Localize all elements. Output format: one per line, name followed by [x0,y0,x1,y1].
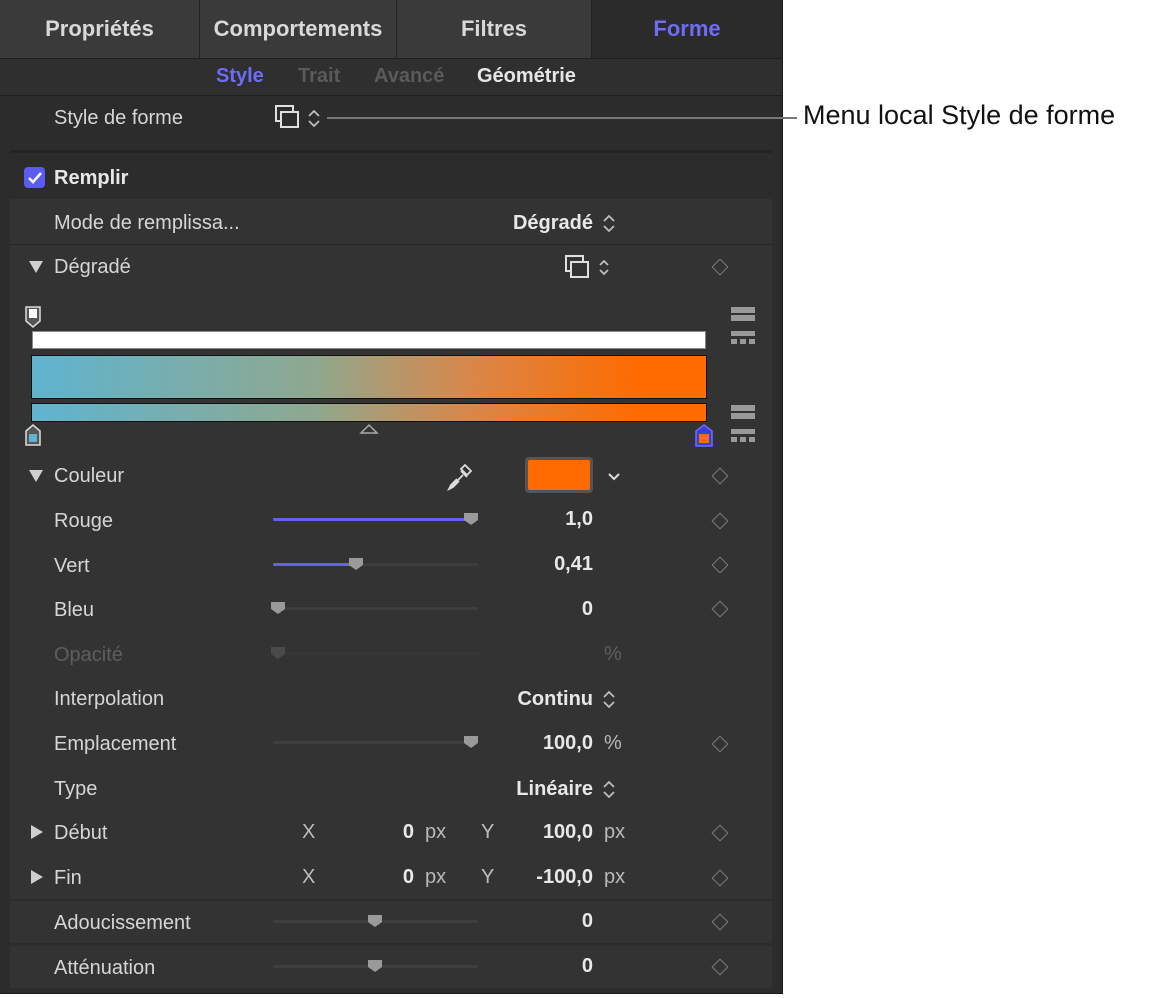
disclosure-closed-icon[interactable] [31,870,43,884]
color-tag-left-icon[interactable] [24,423,42,449]
end-x-value[interactable]: 0 [403,866,414,889]
fill-mode-label: Mode de remplissa... [54,212,240,234]
red-label: Rouge [54,510,113,532]
disclosure-open-icon[interactable] [29,261,43,273]
tab-bar: Propriétés Comportements Filtres Forme [0,0,782,59]
opacity-tag-tools-icon[interactable] [729,305,757,349]
type-updown-icon [603,780,615,800]
end-x-unit: px [425,866,447,888]
start-x-label: X [302,821,316,843]
red-slider-thumb[interactable] [463,512,479,526]
blue-value[interactable]: 0 [582,598,593,621]
type-popup[interactable]: Linéaire [516,778,593,801]
location-label: Emplacement [54,733,177,755]
end-y-label: Y [481,866,495,888]
blue-label: Bleu [54,599,95,621]
location-unit: % [604,732,622,754]
tab-proprietes[interactable]: Propriétés [0,0,200,58]
gradient-preset-popup[interactable] [564,254,614,282]
chevron-down-icon[interactable] [607,472,621,482]
fill-group [10,199,772,899]
color-tag-right-icon[interactable] [694,423,714,449]
subtab-trait[interactable]: Trait [298,65,340,88]
green-label: Vert [54,555,90,577]
attenuation-value[interactable]: 0 [582,955,593,978]
subtab-avance[interactable]: Avancé [374,65,444,88]
start-y-label: Y [481,821,495,843]
eyedropper-icon[interactable] [447,461,475,491]
checkmark-icon [28,172,42,184]
start-label: Début [54,822,108,844]
shape-style-label: Style de forme [54,107,183,129]
red-value[interactable]: 1,0 [565,508,593,531]
location-slider[interactable] [273,741,478,744]
end-y-value[interactable]: -100,0 [536,866,593,889]
softness-slider-thumb[interactable] [367,914,383,928]
attenuation-label: Atténuation [54,957,156,979]
opacity-slider-thumb [271,647,285,659]
color-swatch[interactable] [525,457,593,493]
green-slider[interactable] [273,563,478,566]
fill-mode-updown-icon [603,214,615,234]
interpolation-popup[interactable]: Continu [517,688,593,711]
opacity-label: Opacité [54,644,123,666]
green-value[interactable]: 0,41 [554,553,593,576]
softness-label: Adoucissement [54,912,191,934]
location-value[interactable]: 100,0 [543,732,593,755]
location-slider-thumb[interactable] [463,735,479,749]
attenuation-slider-thumb[interactable] [367,959,383,973]
gradient-label: Dégradé [54,256,131,278]
blue-slider[interactable] [273,607,478,610]
fill-label: Remplir [54,167,129,189]
softness-value[interactable]: 0 [582,910,593,933]
preset-stack-icon [275,105,320,128]
opacity-tag-icon[interactable] [24,305,42,329]
disclosure-open-icon[interactable] [29,470,43,482]
fill-checkbox[interactable] [24,167,45,188]
interpolation-label: Interpolation [54,688,165,710]
tab-comportements[interactable]: Comportements [200,0,397,58]
subtab-style[interactable]: Style [216,65,264,88]
callout-line [327,117,797,119]
subtab-bar: Style Trait Avancé Géométrie [0,59,782,96]
subtab-geometrie[interactable]: Géométrie [477,65,576,88]
end-x-label: X [302,866,316,888]
tab-filtres[interactable]: Filtres [397,0,592,58]
color-bar[interactable] [31,403,707,422]
tab-forme[interactable]: Forme [592,0,782,58]
opacity-bar[interactable] [32,331,706,349]
end-label: Fin [54,867,82,889]
green-slider-thumb[interactable] [348,557,364,571]
disclosure-closed-icon[interactable] [31,825,43,839]
blue-slider-thumb[interactable] [270,601,286,615]
interpolation-updown-icon [603,690,615,710]
inspector-panel: Propriétés Comportements Filtres Forme S… [0,0,783,994]
start-x-unit: px [425,821,447,843]
color-tag-tools-icon[interactable] [729,403,757,447]
callout-label: Menu local Style de forme [803,100,1116,130]
gradient-preview [31,355,707,399]
start-y-unit: px [604,821,626,843]
shape-style-popup[interactable] [274,104,324,132]
start-x-value[interactable]: 0 [403,821,414,844]
red-slider[interactable] [273,518,478,521]
type-label: Type [54,778,98,800]
fill-mode-popup[interactable]: Dégradé [513,212,593,235]
start-y-value[interactable]: 100,0 [543,821,593,844]
opacity-slider [273,652,478,655]
midpoint-marker-icon[interactable] [359,423,379,435]
color-label: Couleur [54,465,125,487]
end-y-unit: px [604,866,626,888]
opacity-unit: % [604,643,622,665]
preset-stack-icon [565,255,609,278]
